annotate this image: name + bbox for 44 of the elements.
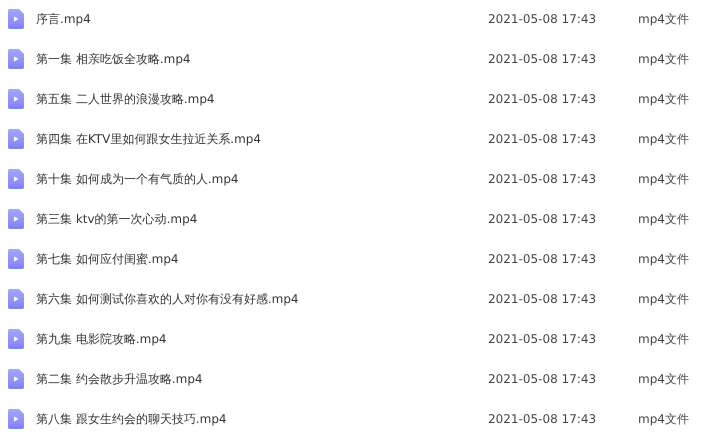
file-type: mp4文件 — [638, 10, 689, 28]
modified-date: 2021-05-08 17:43 — [488, 412, 598, 426]
file-name[interactable]: 第九集 电影院攻略.mp4 — [36, 330, 488, 348]
file-type: mp4文件 — [638, 90, 689, 108]
video-file-icon — [8, 169, 24, 189]
modified-date: 2021-05-08 17:43 — [488, 292, 598, 306]
video-file-icon — [8, 249, 24, 269]
file-name[interactable]: 第三集 ktv的第一次心动.mp4 — [36, 210, 488, 228]
video-file-icon — [8, 49, 24, 69]
modified-date: 2021-05-08 17:43 — [488, 52, 598, 66]
video-file-icon — [8, 369, 24, 389]
video-file-icon — [8, 129, 24, 149]
file-name[interactable]: 第八集 跟女生约会的聊天技巧.mp4 — [36, 410, 488, 428]
video-file-icon — [8, 329, 24, 349]
video-file-icon — [8, 89, 24, 109]
file-name[interactable]: 第七集 如何应付闺蜜.mp4 — [36, 250, 488, 268]
file-type: mp4文件 — [638, 50, 689, 68]
file-name[interactable]: 序言.mp4 — [36, 10, 488, 28]
modified-date: 2021-05-08 17:43 — [488, 212, 598, 226]
modified-date: 2021-05-08 17:43 — [488, 252, 598, 266]
file-name[interactable]: 第四集 在KTV里如何跟女生拉近关系.mp4 — [36, 130, 488, 148]
file-name[interactable]: 第二集 约会散步升温攻略.mp4 — [36, 370, 488, 388]
file-type: mp4文件 — [638, 210, 689, 228]
modified-date: 2021-05-08 17:43 — [488, 372, 598, 386]
modified-date: 2021-05-08 17:43 — [488, 12, 598, 26]
video-file-icon — [8, 9, 24, 29]
file-type: mp4文件 — [638, 130, 689, 148]
file-name[interactable]: 第五集 二人世界的浪漫攻略.mp4 — [36, 90, 488, 108]
file-type: mp4文件 — [638, 290, 689, 308]
modified-date: 2021-05-08 17:43 — [488, 132, 598, 146]
file-type: mp4文件 — [638, 330, 689, 348]
video-file-icon — [8, 289, 24, 309]
file-name[interactable]: 第一集 相亲吃饭全攻略.mp4 — [36, 50, 488, 68]
video-file-icon — [8, 209, 24, 229]
file-type: mp4文件 — [638, 250, 689, 268]
file-name[interactable]: 第十集 如何成为一个有气质的人.mp4 — [36, 170, 488, 188]
file-name[interactable]: 第六集 如何测试你喜欢的人对你有没有好感.mp4 — [36, 290, 488, 308]
modified-date: 2021-05-08 17:43 — [488, 92, 598, 106]
file-type: mp4文件 — [638, 410, 689, 428]
modified-date: 2021-05-08 17:43 — [488, 332, 598, 346]
file-type: mp4文件 — [638, 370, 689, 388]
modified-date: 2021-05-08 17:43 — [488, 172, 598, 186]
video-file-icon — [8, 409, 24, 429]
file-type: mp4文件 — [638, 170, 689, 188]
